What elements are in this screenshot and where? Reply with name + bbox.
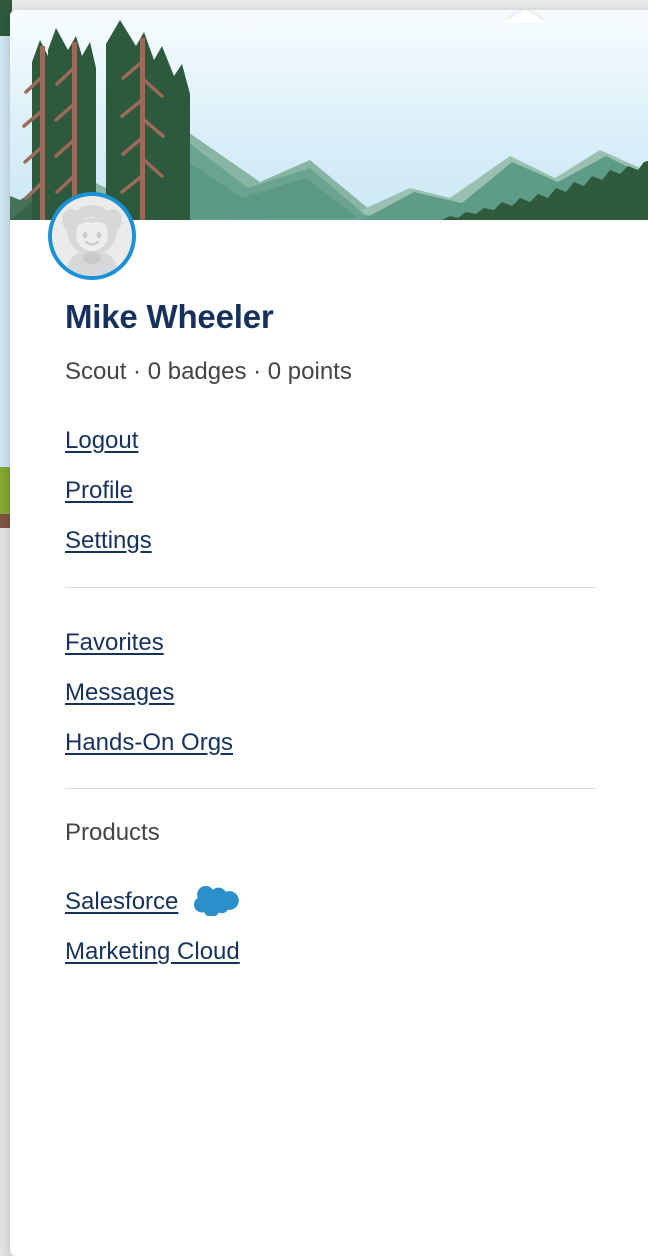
profile-banner-image [10, 10, 648, 220]
divider-2 [65, 788, 595, 790]
salesforce-cloud-glyph [194, 886, 240, 917]
hands-on-orgs-link[interactable]: Hands-On Orgs [65, 716, 233, 766]
divider-1 [65, 586, 595, 588]
salesforce-link[interactable]: Salesforce [65, 875, 178, 925]
user-meta: Scout · 0 badges · 0 points [65, 358, 352, 385]
products-links-group: Salesforce Marketing Cloud [10, 875, 648, 975]
products-heading: Products [65, 819, 160, 847]
logout-link[interactable]: Logout [65, 414, 138, 464]
settings-link[interactable]: Settings [65, 514, 152, 564]
astro-placeholder-avatar-icon [52, 196, 132, 276]
profile-menu-popover: Mike Wheeler Scout · 0 badges · 0 points… [10, 10, 648, 1256]
messages-link[interactable]: Messages [65, 666, 174, 716]
avatar[interactable] [48, 192, 136, 280]
account-links-group: Logout Profile Settings [10, 414, 648, 565]
product-row-salesforce: Salesforce [65, 875, 648, 925]
activity-links-group: Favorites Messages Hands-On Orgs [10, 616, 648, 767]
page-title: Mike Wheeler [65, 298, 274, 335]
popover-pointer-notch [503, 10, 547, 23]
pine-trees-icon [22, 20, 190, 220]
profile-menu-body: Mike Wheeler Scout · 0 badges · 0 points… [10, 220, 648, 976]
favorites-link[interactable]: Favorites [65, 616, 164, 666]
mountain-landscape-icon [10, 20, 648, 220]
profile-link[interactable]: Profile [65, 464, 133, 514]
marketing-cloud-link[interactable]: Marketing Cloud [65, 925, 240, 975]
salesforce-cloud-icon [194, 884, 240, 917]
